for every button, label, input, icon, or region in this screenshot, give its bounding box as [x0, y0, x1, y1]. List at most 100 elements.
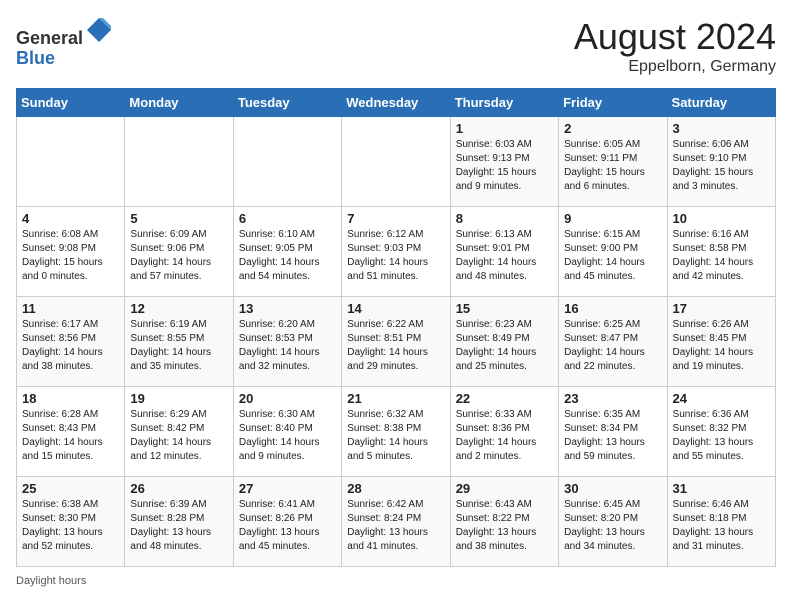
day-info: Sunrise: 6:33 AM Sunset: 8:36 PM Dayligh… [456, 408, 553, 464]
day-number: 12 [130, 301, 227, 316]
calendar-cell: 3Sunrise: 6:06 AM Sunset: 9:10 PM Daylig… [667, 117, 775, 207]
calendar-cell: 24 Sunrise: 6:36 AM Sunset: 8:32 PM Dayli… [667, 387, 775, 477]
day-info: Sunrise: 6:17 AM Sunset: 8:56 PM Dayligh… [22, 318, 119, 374]
day-number: 4 [22, 211, 119, 226]
calendar-cell: 21Sunrise: 6:32 AM Sunset: 8:38 PM Dayli… [342, 387, 450, 477]
calendar-cell [342, 117, 450, 207]
day-number: 6 [239, 211, 336, 226]
subtitle: Eppelborn, Germany [574, 58, 776, 76]
day-number: 27 [239, 481, 336, 496]
day-info: Sunrise: 6:06 AM Sunset: 9:10 PM Dayligh… [673, 138, 770, 194]
day-info: Sunrise: 6:03 AM Sunset: 9:13 PM Dayligh… [456, 138, 553, 194]
logo-general: General [16, 28, 83, 48]
calendar-cell [233, 117, 341, 207]
day-number: 29 [456, 481, 553, 496]
day-number: 8 [456, 211, 553, 226]
day-info: Sunrise: 6:30 AM Sunset: 8:40 PM Dayligh… [239, 408, 336, 464]
day-info: Sunrise: 6:41 AM Sunset: 8:26 PM Dayligh… [239, 498, 336, 554]
day-number: 10 [673, 211, 770, 226]
day-number: 26 [130, 481, 227, 496]
day-number: 15 [456, 301, 553, 316]
calendar-cell: 22 Sunrise: 6:33 AM Sunset: 8:36 PM Dayli… [450, 387, 558, 477]
logo-icon [85, 16, 113, 44]
calendar-day-header: Saturday [667, 89, 775, 117]
day-info: Sunrise: 6:35 AM Sunset: 8:34 PM Dayligh… [564, 408, 661, 464]
day-number: 16 [564, 301, 661, 316]
calendar-day-header: Monday [125, 89, 233, 117]
calendar-cell: 9Sunrise: 6:15 AM Sunset: 9:00 PM Daylig… [559, 207, 667, 297]
calendar-cell: 17Sunrise: 6:26 AM Sunset: 8:45 PM Dayli… [667, 297, 775, 387]
calendar-header-row: SundayMondayTuesdayWednesdayThursdayFrid… [17, 89, 776, 117]
day-info: Sunrise: 6:08 AM Sunset: 9:08 PM Dayligh… [22, 228, 119, 284]
title-block: August 2024 Eppelborn, Germany [574, 16, 776, 76]
day-number: 24 [673, 391, 770, 406]
calendar-day-header: Friday [559, 89, 667, 117]
day-info: Sunrise: 6:22 AM Sunset: 8:51 PM Dayligh… [347, 318, 444, 374]
day-number: 19 [130, 391, 227, 406]
calendar-week-row: 25Sunrise: 6:38 AM Sunset: 8:30 PM Dayli… [17, 477, 776, 567]
day-info: Sunrise: 6:36 AM Sunset: 8:32 PM Dayligh… [673, 408, 770, 464]
page-header: General Blue August 2024 Eppelborn, Germ… [16, 16, 776, 76]
calendar-week-row: 11 Sunrise: 6:17 AM Sunset: 8:56 PM Dayli… [17, 297, 776, 387]
calendar-cell: 16 Sunrise: 6:25 AM Sunset: 8:47 PM Dayli… [559, 297, 667, 387]
day-info: Sunrise: 6:38 AM Sunset: 8:30 PM Dayligh… [22, 498, 119, 554]
calendar-cell: 26 Sunrise: 6:39 AM Sunset: 8:28 PM Dayli… [125, 477, 233, 567]
day-number: 11 [22, 301, 119, 316]
day-info: Sunrise: 6:39 AM Sunset: 8:28 PM Dayligh… [130, 498, 227, 554]
day-info: Sunrise: 6:13 AM Sunset: 9:01 PM Dayligh… [456, 228, 553, 284]
day-info: Sunrise: 6:09 AM Sunset: 9:06 PM Dayligh… [130, 228, 227, 284]
day-info: Sunrise: 6:45 AM Sunset: 8:20 PM Dayligh… [564, 498, 661, 554]
day-number: 28 [347, 481, 444, 496]
day-info: Sunrise: 6:42 AM Sunset: 8:24 PM Dayligh… [347, 498, 444, 554]
day-number: 5 [130, 211, 227, 226]
logo: General Blue [16, 16, 113, 69]
main-title: August 2024 [574, 16, 776, 58]
day-number: 14 [347, 301, 444, 316]
day-info: Sunrise: 6:32 AM Sunset: 8:38 PM Dayligh… [347, 408, 444, 464]
calendar-cell: 30Sunrise: 6:45 AM Sunset: 8:20 PM Dayli… [559, 477, 667, 567]
calendar-cell: 5 Sunrise: 6:09 AM Sunset: 9:06 PM Daylig… [125, 207, 233, 297]
calendar-day-header: Thursday [450, 89, 558, 117]
day-number: 13 [239, 301, 336, 316]
calendar-cell: 7 Sunrise: 6:12 AM Sunset: 9:03 PM Daylig… [342, 207, 450, 297]
day-info: Sunrise: 6:10 AM Sunset: 9:05 PM Dayligh… [239, 228, 336, 284]
day-number: 23 [564, 391, 661, 406]
calendar-cell: 28 Sunrise: 6:42 AM Sunset: 8:24 PM Dayli… [342, 477, 450, 567]
calendar-cell: 14 Sunrise: 6:22 AM Sunset: 8:51 PM Dayli… [342, 297, 450, 387]
calendar-cell: 31Sunrise: 6:46 AM Sunset: 8:18 PM Dayli… [667, 477, 775, 567]
day-number: 1 [456, 121, 553, 136]
day-info: Sunrise: 6:12 AM Sunset: 9:03 PM Dayligh… [347, 228, 444, 284]
calendar-cell: 29 Sunrise: 6:43 AM Sunset: 8:22 PM Dayli… [450, 477, 558, 567]
day-info: Sunrise: 6:20 AM Sunset: 8:53 PM Dayligh… [239, 318, 336, 374]
calendar-cell: 6 Sunrise: 6:10 AM Sunset: 9:05 PM Daylig… [233, 207, 341, 297]
logo-blue: Blue [16, 48, 55, 68]
calendar-week-row: 1 Sunrise: 6:03 AM Sunset: 9:13 PM Daylig… [17, 117, 776, 207]
day-number: 2 [564, 121, 661, 136]
day-info: Sunrise: 6:23 AM Sunset: 8:49 PM Dayligh… [456, 318, 553, 374]
day-info: Sunrise: 6:43 AM Sunset: 8:22 PM Dayligh… [456, 498, 553, 554]
calendar-cell: 4 Sunrise: 6:08 AM Sunset: 9:08 PM Daylig… [17, 207, 125, 297]
day-info: Sunrise: 6:15 AM Sunset: 9:00 PM Dayligh… [564, 228, 661, 284]
calendar-cell: 13 Sunrise: 6:20 AM Sunset: 8:53 PM Dayli… [233, 297, 341, 387]
calendar-cell [125, 117, 233, 207]
day-number: 18 [22, 391, 119, 406]
calendar-cell: 12 Sunrise: 6:19 AM Sunset: 8:55 PM Dayli… [125, 297, 233, 387]
day-info: Sunrise: 6:25 AM Sunset: 8:47 PM Dayligh… [564, 318, 661, 374]
footer-note: Daylight hours [16, 575, 776, 587]
calendar-cell: 1 Sunrise: 6:03 AM Sunset: 9:13 PM Daylig… [450, 117, 558, 207]
calendar-day-header: Sunday [17, 89, 125, 117]
day-number: 22 [456, 391, 553, 406]
calendar-day-header: Tuesday [233, 89, 341, 117]
calendar-cell: 10Sunrise: 6:16 AM Sunset: 8:58 PM Dayli… [667, 207, 775, 297]
day-number: 20 [239, 391, 336, 406]
calendar-week-row: 4 Sunrise: 6:08 AM Sunset: 9:08 PM Daylig… [17, 207, 776, 297]
day-info: Sunrise: 6:19 AM Sunset: 8:55 PM Dayligh… [130, 318, 227, 374]
calendar-cell: 18Sunrise: 6:28 AM Sunset: 8:43 PM Dayli… [17, 387, 125, 477]
calendar-cell: 27 Sunrise: 6:41 AM Sunset: 8:26 PM Dayli… [233, 477, 341, 567]
calendar-cell: 15 Sunrise: 6:23 AM Sunset: 8:49 PM Dayli… [450, 297, 558, 387]
calendar-cell: 19Sunrise: 6:29 AM Sunset: 8:42 PM Dayli… [125, 387, 233, 477]
calendar-week-row: 18Sunrise: 6:28 AM Sunset: 8:43 PM Dayli… [17, 387, 776, 477]
day-number: 7 [347, 211, 444, 226]
calendar-cell: 2Sunrise: 6:05 AM Sunset: 9:11 PM Daylig… [559, 117, 667, 207]
calendar-body: 1 Sunrise: 6:03 AM Sunset: 9:13 PM Daylig… [17, 117, 776, 567]
